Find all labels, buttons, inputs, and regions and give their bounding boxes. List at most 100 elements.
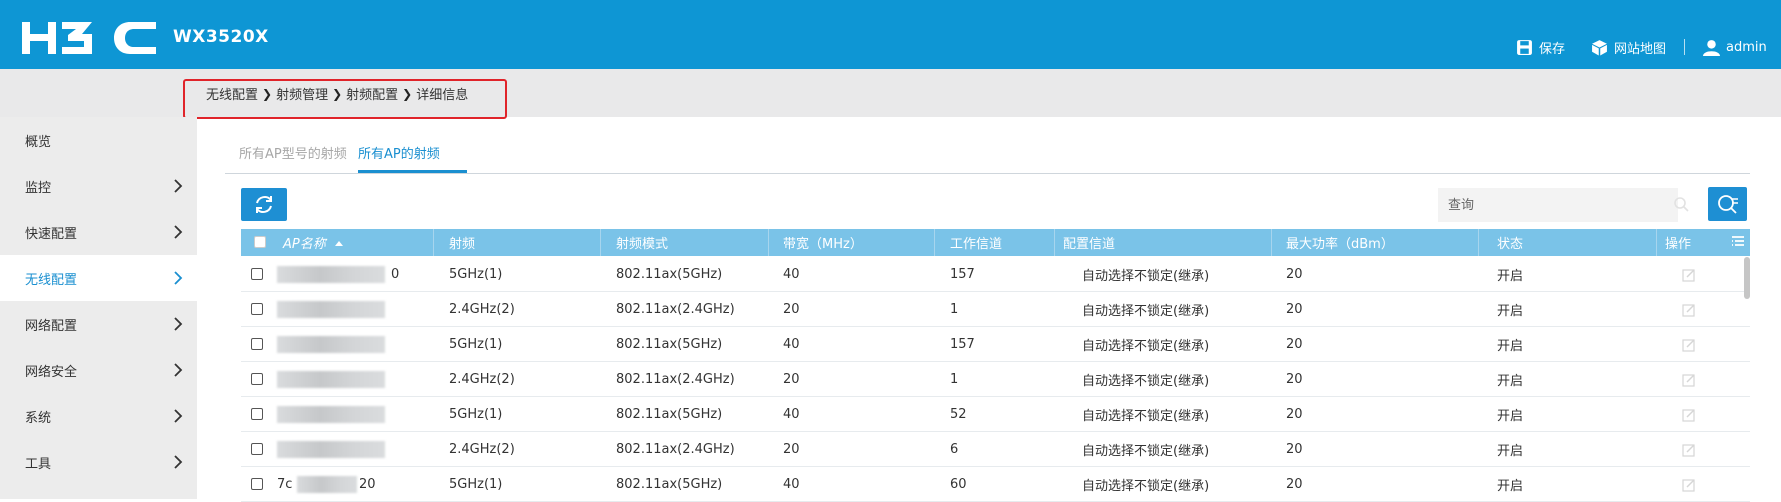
table-row[interactable]: 7c 20 5GHz(1) 802.11ax(5GHz) 40 60 自动选择不锁定(继承)… [241,467,1750,502]
cell-radio-mode: 802.11ax(2.4GHz) [616,302,735,317]
tab-bar: 所有AP型号的射频 所有AP的射频 [225,130,1750,174]
column-header-status[interactable]: 状态 [1497,229,1523,256]
cell-actions [1682,397,1696,432]
cell-radio-mode: 802.11ax(5GHz) [616,267,723,282]
sidebar-item-label: 网络安全 [25,364,78,380]
cell-radio: 5GHz(1) [449,337,503,352]
column-header-config-channel[interactable]: 配置信道 [1063,229,1115,256]
sidebar-item-tools[interactable]: 工具 [0,439,197,485]
column-header-ap-name[interactable]: AP名称 [283,229,345,256]
user-menu[interactable]: admin [1703,39,1767,56]
table-scrollbar[interactable] [1744,257,1750,299]
chevron-right-icon [174,455,183,469]
select-all-checkbox[interactable] [254,236,266,248]
edit-icon[interactable] [1682,373,1696,387]
row-checkbox[interactable] [251,303,263,315]
refresh-button[interactable] [241,188,287,221]
cell-ap-name [277,292,397,327]
table-row[interactable]: 5GHz(1) 802.11ax(5GHz) 40 157 自动选择不锁定(继承) 20 开… [241,327,1750,362]
cell-max-power: 20 [1286,442,1303,457]
save-button[interactable]: 保存 [1516,38,1565,57]
sidebar-item-overview[interactable]: 概览 [0,117,197,163]
sidebar-item-system[interactable]: 系统 [0,393,197,439]
highlight-box [183,79,507,119]
cell-status: 开启 [1497,269,1524,284]
row-checkbox[interactable] [251,338,263,350]
redacted-ap-name [277,371,385,388]
cell-config-channel: 自动选择不锁定(继承) [1082,479,1210,494]
cell-config-channel: 自动选择不锁定(继承) [1082,269,1210,284]
row-checkbox[interactable] [251,373,263,385]
edit-icon[interactable] [1682,478,1696,492]
table-row[interactable]: 2.4GHz(2) 802.11ax(2.4GHz) 20 1 自动选择不锁定(继承) 2… [241,362,1750,397]
row-checkbox[interactable] [251,408,263,420]
cell-radio: 5GHz(1) [449,477,503,492]
cell-working-channel: 157 [950,337,975,352]
tab-all-ap-model-radios[interactable]: 所有AP型号的射频 [239,130,347,174]
table-row[interactable]: 5GHz(1) 802.11ax(5GHz) 40 52 自动选择不锁定(继承) 20 开启 [241,397,1750,432]
cell-actions [1682,362,1696,397]
row-checkbox[interactable] [251,478,263,490]
cell-radio: 5GHz(1) [449,407,503,422]
table-row[interactable]: 0 5GHz(1) 802.11ax(5GHz) 40 157 自动选择不锁定(继承) 20… [241,257,1750,292]
cell-working-channel: 1 [950,302,959,317]
cell-ap-name: 0 [277,257,399,292]
redacted-ap-name [277,441,385,458]
sidebar-item-network-config[interactable]: 网络配置 [0,301,197,347]
sitemap-label: 网站地图 [1614,41,1667,57]
cell-config-channel: 自动选择不锁定(继承) [1082,374,1210,389]
user-label: admin [1726,39,1767,55]
search-input[interactable] [1438,188,1678,222]
redacted-ap-name [277,301,385,318]
table-row[interactable]: 2.4GHz(2) 802.11ax(2.4GHz) 20 6 自动选择不锁定(继承) 2… [241,432,1750,467]
edit-icon[interactable] [1682,268,1696,282]
cell-bandwidth: 20 [783,442,800,457]
column-header-bandwidth[interactable]: 带宽（MHz） [783,229,863,256]
sidebar-item-network-security[interactable]: 网络安全 [0,347,197,393]
column-header-radio-mode[interactable]: 射频模式 [616,229,668,256]
column-header-max-power[interactable]: 最大功率（dBm） [1286,229,1394,256]
table-row[interactable]: 2.4GHz(2) 802.11ax(2.4GHz) 20 1 自动选择不锁定(继承) 2… [241,292,1750,327]
row-checkbox[interactable] [251,443,263,455]
sidebar-item-wireless-config[interactable]: 无线配置 [0,255,197,301]
cell-working-channel: 157 [950,267,975,282]
column-header-radio[interactable]: 射频 [449,229,475,256]
top-header: WX3520X 保存 网站地图 admin [0,0,1781,69]
chevron-right-icon [174,271,183,285]
sidebar-item-monitor[interactable]: 监控 [0,163,197,209]
tab-all-ap-radios[interactable]: 所有AP的射频 [358,130,440,174]
edit-icon[interactable] [1682,303,1696,317]
table-header: AP名称 射频 射频模式 带宽（MHz） 工作信道 配置信道 最大功率（dBm）… [241,229,1750,256]
row-checkbox[interactable] [251,268,263,280]
cell-status: 开启 [1497,444,1524,459]
sitemap-button[interactable]: 网站地图 [1591,38,1666,57]
edit-icon[interactable] [1682,408,1696,422]
cell-ap-name [277,362,397,397]
cell-radio: 2.4GHz(2) [449,372,515,387]
sidebar-item-label: 工具 [25,456,52,472]
sidebar-item-quick-config[interactable]: 快速配置 [0,209,197,255]
edit-icon[interactable] [1682,443,1696,457]
redacted-ap-name [277,266,385,283]
cell-bandwidth: 20 [783,372,800,387]
sidebar-item-label: 快速配置 [25,226,78,242]
advanced-search-button[interactable] [1708,187,1747,221]
column-header-working-channel[interactable]: 工作信道 [950,229,1002,256]
edit-icon[interactable] [1682,338,1696,352]
column-header-actions: 操作 [1665,237,1692,252]
column-divider [1271,229,1272,256]
column-settings-icon[interactable] [1731,235,1745,249]
chevron-right-icon [174,179,183,193]
cell-max-power: 20 [1286,477,1303,492]
ap-name-fragment: 20 [359,477,376,492]
redacted-ap-name [277,336,385,353]
cell-radio-mode: 802.11ax(2.4GHz) [616,372,735,387]
cell-actions [1682,432,1696,467]
refresh-icon [256,196,272,213]
search-icon [1674,197,1689,212]
column-divider [934,229,935,256]
advanced-search-icon [1718,195,1738,214]
sort-ascending-icon [334,240,343,246]
cell-status: 开启 [1497,339,1524,354]
chevron-right-icon [174,317,183,331]
